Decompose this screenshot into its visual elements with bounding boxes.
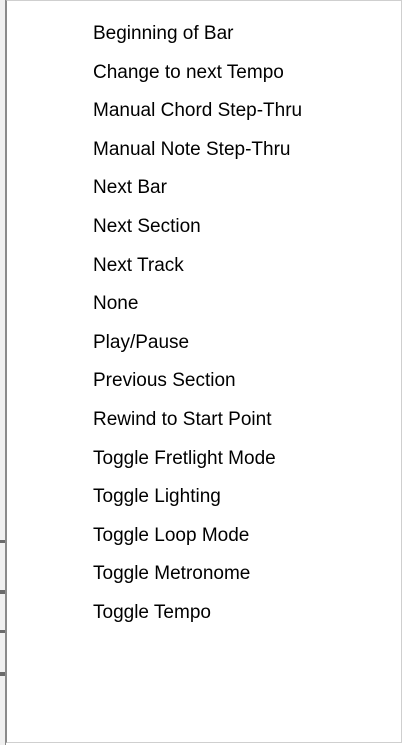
menu-item-play-pause[interactable]: Play/Pause bbox=[7, 324, 401, 363]
menu-list: Beginning of Bar Change to next Tempo Ma… bbox=[7, 1, 401, 633]
menu-item-rewind-to-start-point[interactable]: Rewind to Start Point bbox=[7, 401, 401, 440]
screen: Beginning of Bar Change to next Tempo Ma… bbox=[0, 0, 409, 745]
menu-item-change-to-next-tempo[interactable]: Change to next Tempo bbox=[7, 54, 401, 93]
menu-item-toggle-fretlight-mode[interactable]: Toggle Fretlight Mode bbox=[7, 440, 401, 479]
menu-item-beginning-of-bar[interactable]: Beginning of Bar bbox=[7, 15, 401, 54]
menu-item-manual-note-step-thru[interactable]: Manual Note Step-Thru bbox=[7, 131, 401, 170]
menu-item-none[interactable]: None bbox=[7, 285, 401, 324]
menu-item-toggle-tempo[interactable]: Toggle Tempo bbox=[7, 594, 401, 633]
menu-item-toggle-lighting[interactable]: Toggle Lighting bbox=[7, 478, 401, 517]
menu-item-next-bar[interactable]: Next Bar bbox=[7, 169, 401, 208]
menu-item-toggle-loop-mode[interactable]: Toggle Loop Mode bbox=[7, 517, 401, 556]
menu-item-manual-chord-step-thru[interactable]: Manual Chord Step-Thru bbox=[7, 92, 401, 131]
menu-item-previous-section[interactable]: Previous Section bbox=[7, 362, 401, 401]
menu-item-next-section[interactable]: Next Section bbox=[7, 208, 401, 247]
menu-item-next-track[interactable]: Next Track bbox=[7, 247, 401, 286]
menu-item-toggle-metronome[interactable]: Toggle Metronome bbox=[7, 555, 401, 594]
action-dropdown-menu: Beginning of Bar Change to next Tempo Ma… bbox=[6, 0, 402, 743]
